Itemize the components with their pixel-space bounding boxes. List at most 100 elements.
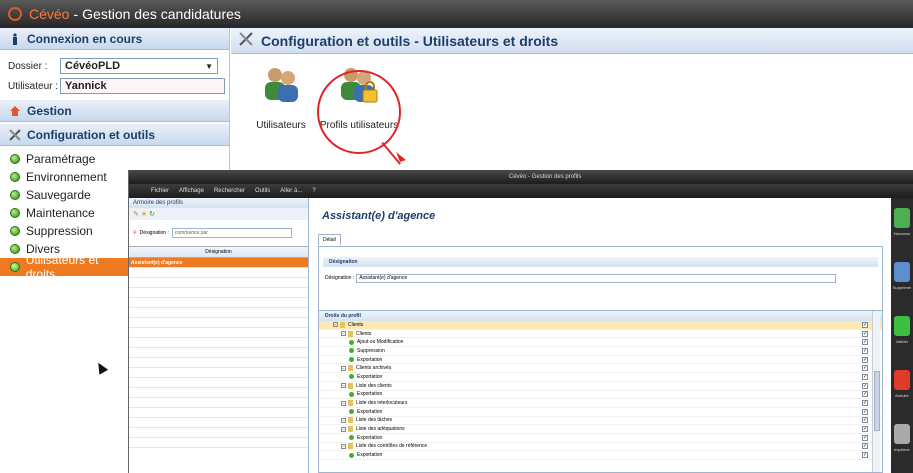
inner-menu-item[interactable]: Affichage (179, 188, 204, 194)
menu-item[interactable]: Paramétrage (0, 150, 229, 168)
table-row[interactable]: Assistant(e) d'agence (129, 258, 308, 268)
tree-label: Liste des clients (356, 382, 392, 389)
tree-label: Exportation (357, 434, 383, 441)
inner-menu-item[interactable]: Rechercher (214, 188, 245, 194)
side-action-button[interactable]: Supprimer (891, 258, 913, 302)
tree-row[interactable]: − Liste des tâches ✓ (319, 417, 882, 426)
expand-toggle-icon[interactable]: − (333, 322, 338, 328)
search-icon: ⚲ (133, 230, 137, 236)
menu-item[interactable]: Utilisateurs et droits (0, 253, 128, 281)
refresh-icon[interactable]: ↻ (149, 210, 155, 218)
add-icon (894, 208, 910, 228)
inner-menu-item[interactable]: Outils (255, 188, 270, 194)
tab-detail[interactable]: Détail (318, 234, 341, 245)
rights-checkbox[interactable]: ✓ (862, 382, 868, 389)
tree-row[interactable]: Exportation ✓ (319, 408, 882, 417)
expand-toggle-icon[interactable]: − (341, 331, 346, 337)
bullet-icon (349, 435, 354, 441)
folder-icon (348, 330, 353, 337)
rights-checkbox[interactable]: ✓ (862, 391, 868, 398)
side-action-button[interactable]: Imprimer (891, 420, 913, 464)
tree-label: Suppression (357, 347, 385, 354)
rights-checkbox[interactable]: ✓ (862, 426, 868, 433)
rights-checkbox[interactable]: ✓ (862, 321, 868, 328)
profile-title: Assistant(e) d'agence (322, 210, 436, 222)
tree-row[interactable]: − Clients archivés ✓ (319, 364, 882, 374)
rights-checkbox[interactable]: ✓ (862, 408, 868, 415)
expand-toggle-icon[interactable]: − (341, 383, 346, 389)
bullet-icon (349, 391, 354, 397)
tree-row[interactable]: Exportation ✓ (319, 451, 882, 460)
connexion-header[interactable]: Connexion en cours (0, 28, 229, 50)
tree-row[interactable]: − Liste des adéquations ✓ (319, 425, 882, 434)
user-field[interactable]: Yannick (60, 78, 225, 94)
rights-checkbox[interactable]: ✓ (862, 373, 868, 380)
side-action-button[interactable]: Annuler (891, 366, 913, 410)
tree-row[interactable]: − Clients ✓ (319, 321, 882, 330)
gestion-header[interactable]: Gestion (0, 100, 229, 122)
tree-row[interactable]: Exportation ✓ (319, 434, 882, 443)
tree-row[interactable]: − Clients ✓ (319, 330, 882, 339)
inner-menu-item[interactable]: Fichier (151, 188, 169, 194)
search-input[interactable]: commence par (171, 228, 292, 238)
rights-checkbox[interactable]: ✓ (862, 347, 868, 354)
rights-checkbox[interactable]: ✓ (862, 365, 868, 372)
rights-checkbox[interactable]: ✓ (862, 330, 868, 337)
side-button-label: Annuler (895, 393, 909, 398)
side-button-label: Supprimer (892, 285, 912, 290)
tree-scrollbar[interactable] (872, 311, 880, 472)
gestion-label: Gestion (27, 103, 72, 118)
folder-icon (348, 426, 353, 433)
tree-row[interactable]: − Liste des interlocuteurs ✓ (319, 399, 882, 408)
expand-toggle-icon[interactable]: − (341, 365, 346, 371)
chevron-down-icon[interactable]: ▼ (205, 62, 213, 71)
expand-toggle-icon[interactable]: − (341, 400, 346, 406)
side-action-button[interactable]: Nouveau (891, 204, 913, 248)
rights-checkbox[interactable]: ✓ (862, 356, 868, 363)
main-header: Configuration et outils - Utilisateurs e… (231, 28, 913, 54)
rights-checkbox[interactable]: ✓ (862, 452, 868, 459)
tree-row[interactable]: Exportation ✓ (319, 373, 882, 382)
profiles-header: Armoire des profils (129, 198, 308, 208)
tree-row[interactable]: Ajout ou Modification ✓ (319, 338, 882, 348)
bullet-icon (10, 190, 20, 200)
home-icon (8, 104, 21, 117)
tree-row[interactable]: Exportation ✓ (319, 391, 882, 400)
inner-menu-item[interactable]: Aller à... (280, 188, 302, 194)
bullet-icon (349, 409, 354, 415)
table-row (129, 298, 308, 308)
folder-icon (340, 321, 345, 328)
users-icon (259, 62, 303, 106)
dossier-select[interactable]: CévéoPLD ▼ (60, 58, 218, 74)
tree-label: Exportation (357, 391, 383, 398)
tree-row[interactable]: Suppression ✓ (319, 347, 882, 356)
designation-input[interactable]: Assistant(e) d'agence (356, 273, 837, 283)
key-icon[interactable]: ✎ (133, 210, 139, 218)
scroll-thumb[interactable] (874, 371, 880, 431)
tree-row[interactable]: − Liste des contrôles de référence ✓ (319, 443, 882, 452)
dossier-label: Dossier : (8, 60, 48, 72)
table-row (129, 438, 308, 448)
rights-checkbox[interactable]: ✓ (862, 400, 868, 407)
config-header[interactable]: Configuration et outils (0, 124, 229, 146)
side-action-button[interactable]: Valider (891, 312, 913, 356)
table-row (129, 308, 308, 318)
tree-row[interactable]: − Liste des clients ✓ (319, 382, 882, 391)
tree-label: Exportation (357, 408, 383, 415)
app-name: Cévéo (29, 6, 70, 22)
expand-toggle-icon[interactable]: − (341, 426, 346, 432)
expand-toggle-icon[interactable]: − (341, 443, 346, 449)
expand-toggle-icon[interactable]: − (341, 417, 346, 423)
rights-checkbox[interactable]: ✓ (862, 339, 868, 346)
tree-row[interactable]: Exportation ✓ (319, 356, 882, 365)
rights-checkbox[interactable]: ✓ (862, 434, 868, 441)
check-icon (894, 316, 910, 336)
user-label: Utilisateur : (8, 80, 59, 92)
tree-label: Clients archivés (356, 365, 392, 372)
rights-checkbox[interactable]: ✓ (862, 417, 868, 424)
arrow-head-icon (396, 152, 406, 162)
star-icon[interactable]: ★ (141, 210, 147, 218)
profile-detail: Assistant(e) d'agence Détail Désignation… (310, 198, 891, 473)
rights-checkbox[interactable]: ✓ (862, 443, 868, 450)
inner-menu-item[interactable]: ? (312, 188, 315, 194)
